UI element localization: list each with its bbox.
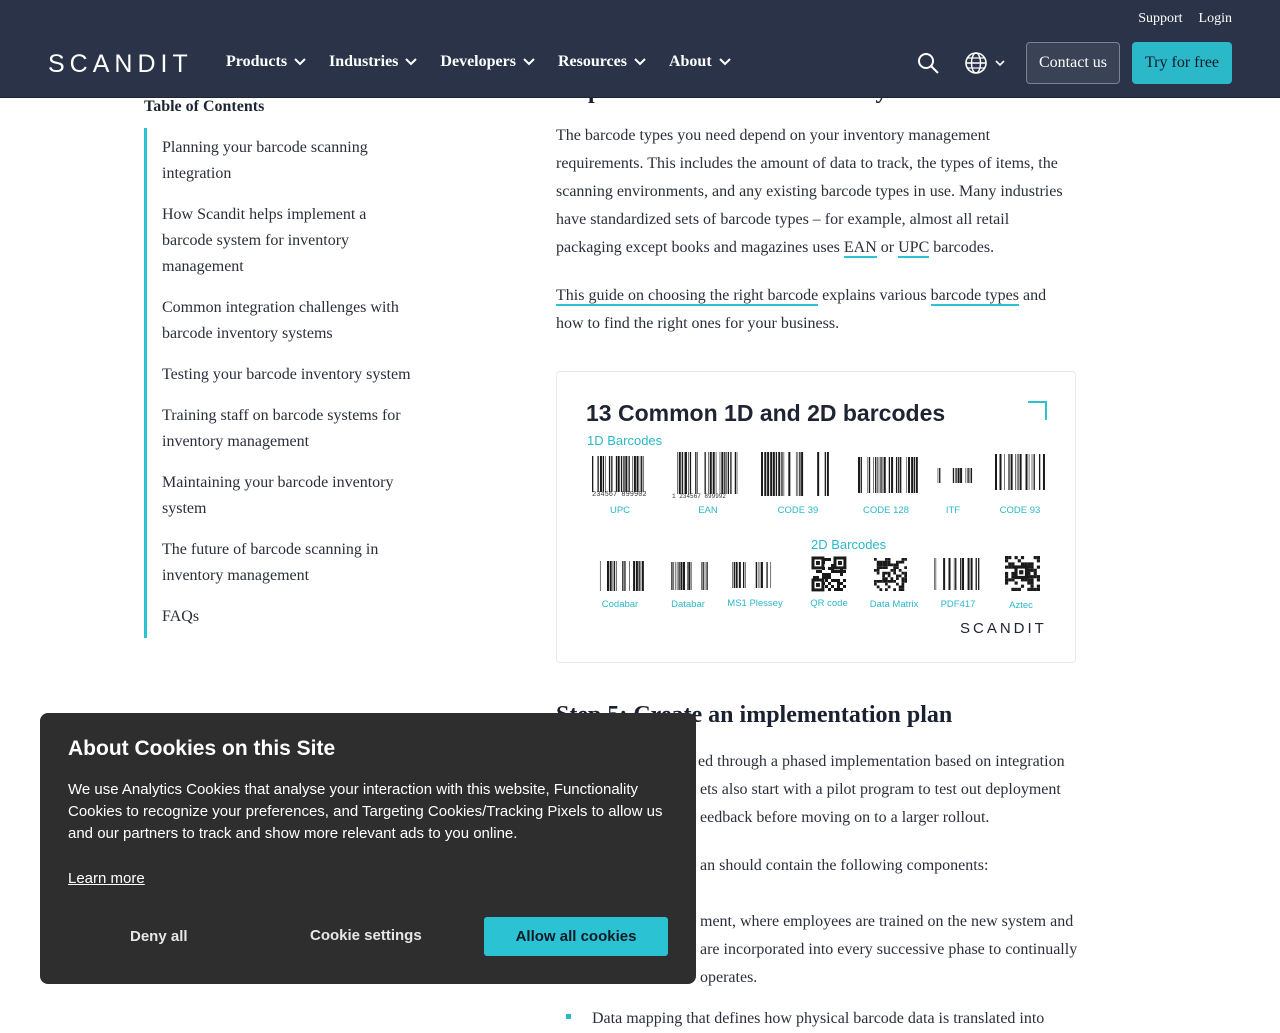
chevron-down-icon (634, 58, 646, 66)
ean-digits: 1 234567 899992 (672, 493, 727, 500)
para-text: barcodes. (929, 239, 995, 256)
cookie-settings-button[interactable]: Cookie settings (310, 927, 422, 944)
scandit-logo[interactable]: SCANDIT (48, 50, 193, 79)
barcode-label-msi: MS1 Plessey (727, 598, 783, 609)
barcode-types-link[interactable]: barcode types (930, 287, 1019, 306)
para-text: operates. (700, 969, 758, 986)
code128-barcode (858, 457, 918, 493)
list-item: Data mapping that defines how physical b… (592, 1005, 1072, 1033)
para-text: eedback before moving on to a larger rol… (700, 809, 990, 826)
ean-link[interactable]: EAN (843, 239, 877, 258)
login-link[interactable]: Login (1199, 11, 1232, 27)
header-icons (916, 51, 1006, 75)
ean-barcode (677, 452, 738, 494)
barcode-label-code93: CODE 93 (999, 505, 1041, 516)
para-text: Data mapping that defines how physical b… (592, 1010, 1045, 1027)
code93-barcode (995, 454, 1045, 490)
nav-resources[interactable]: Resources (558, 53, 647, 71)
search-icon[interactable] (916, 51, 940, 75)
toc-item[interactable]: The future of barcode scanning in invent… (162, 530, 419, 597)
nav-about-label: About (668, 53, 712, 70)
para-text: ed through a phased implementation based… (698, 753, 1065, 770)
intro-paragraph: The barcode types you need depend on you… (556, 122, 1076, 262)
top-links: Support Login (1138, 11, 1232, 27)
site-header: Support Login SCANDIT Products Industrie… (0, 0, 1280, 97)
language-selector[interactable] (964, 51, 1006, 75)
figure-scandit-logo: SCANDIT (960, 620, 1047, 637)
msi-barcode (732, 562, 772, 588)
upc-digits: 234567 899902 (592, 491, 647, 499)
guide-link[interactable]: This guide on choosing the right barcode (556, 287, 819, 306)
toc-item[interactable]: How Scandit helps implement a barcode sy… (162, 195, 419, 288)
toc-item[interactable]: Maintaining your barcode inventory syste… (162, 463, 419, 530)
qr-barcode (811, 556, 847, 592)
para-text: ment, where employees are trained on the… (700, 913, 1074, 930)
globe-icon (965, 52, 987, 74)
aztec-barcode (1005, 556, 1040, 591)
chevron-down-icon (294, 58, 306, 66)
codabar-barcode (599, 561, 644, 591)
chevron-down-icon (523, 58, 535, 66)
para-text: ets also start with a pilot program to t… (700, 781, 1061, 798)
toc-item[interactable]: Testing your barcode inventory system (162, 355, 419, 396)
cookie-banner: About Cookies on this Site We use Analyt… (40, 713, 696, 984)
barcode-label-aztec: Aztec (1009, 600, 1033, 611)
support-link[interactable]: Support (1138, 11, 1182, 27)
step5-paragraph: ed through a phased implementation based… (698, 748, 1080, 832)
para-text: are incorporated into every successive p… (700, 941, 1078, 958)
chevron-down-icon (995, 60, 1005, 67)
guide-paragraph: This guide on choosing the right barcode… (556, 282, 1076, 338)
bullet-icon (566, 1014, 571, 1019)
nav-developers-label: Developers (440, 53, 516, 70)
databar-barcode (671, 562, 708, 590)
cookie-title: About Cookies on this Site (68, 737, 336, 760)
barcode-infographic: 13 Common 1D and 2D barcodes 1D Barcodes… (556, 371, 1076, 663)
nav-about[interactable]: About (669, 53, 732, 71)
table-of-contents: Planning your barcode scanning integrati… (144, 128, 419, 638)
nav-developers[interactable]: Developers (440, 53, 536, 71)
toc-item[interactable]: Planning your barcode scanning integrati… (162, 128, 419, 195)
toc-title: Table of Contents (144, 98, 265, 115)
datamatrix-barcode (874, 558, 907, 591)
nav-industries[interactable]: Industries (329, 53, 418, 71)
barcode-label-code39: CODE 39 (777, 505, 819, 516)
para-text: or (876, 239, 899, 256)
itf-barcode (937, 468, 973, 483)
chevron-down-icon (718, 58, 731, 66)
barcode-label-ean: EAN (698, 505, 718, 516)
upc-barcode (592, 456, 644, 492)
cookie-body: We use Analytics Cookies that analyse yo… (68, 781, 663, 842)
chevron-down-icon (405, 58, 418, 66)
nav-products[interactable]: Products (226, 53, 307, 71)
para-text: The barcode types you need depend on you… (556, 127, 1063, 256)
nav-resources-label: Resources (557, 53, 627, 70)
toc-item[interactable]: FAQs (162, 597, 419, 638)
para-text: an should contain the following componen… (700, 857, 989, 874)
para-text: explains various (818, 287, 931, 304)
upc-link[interactable]: UPC (898, 239, 930, 258)
components-intro: an should contain the following componen… (700, 852, 1080, 880)
toc-item[interactable]: Common integration challenges with barco… (162, 288, 419, 355)
contact-us-button[interactable]: Contact us (1026, 42, 1120, 84)
barcode-label-upc: UPC (609, 505, 631, 516)
main-nav: Products Industries Developers Resources… (226, 53, 732, 71)
deny-all-button[interactable]: Deny all (130, 928, 188, 945)
learn-more-link[interactable]: Learn more (68, 870, 145, 887)
toc-item[interactable]: Training staff on barcode systems for in… (162, 396, 419, 463)
allow-all-cookies-button[interactable]: Allow all cookies (484, 917, 668, 956)
try-for-free-button[interactable]: Try for free (1132, 42, 1232, 84)
list-item: ment, where employees are trained on the… (700, 908, 1080, 992)
nav-industries-label: Industries (329, 53, 399, 70)
code39-barcode (761, 452, 829, 496)
pdf417-barcode (934, 558, 980, 590)
nav-products-label: Products (226, 53, 288, 70)
